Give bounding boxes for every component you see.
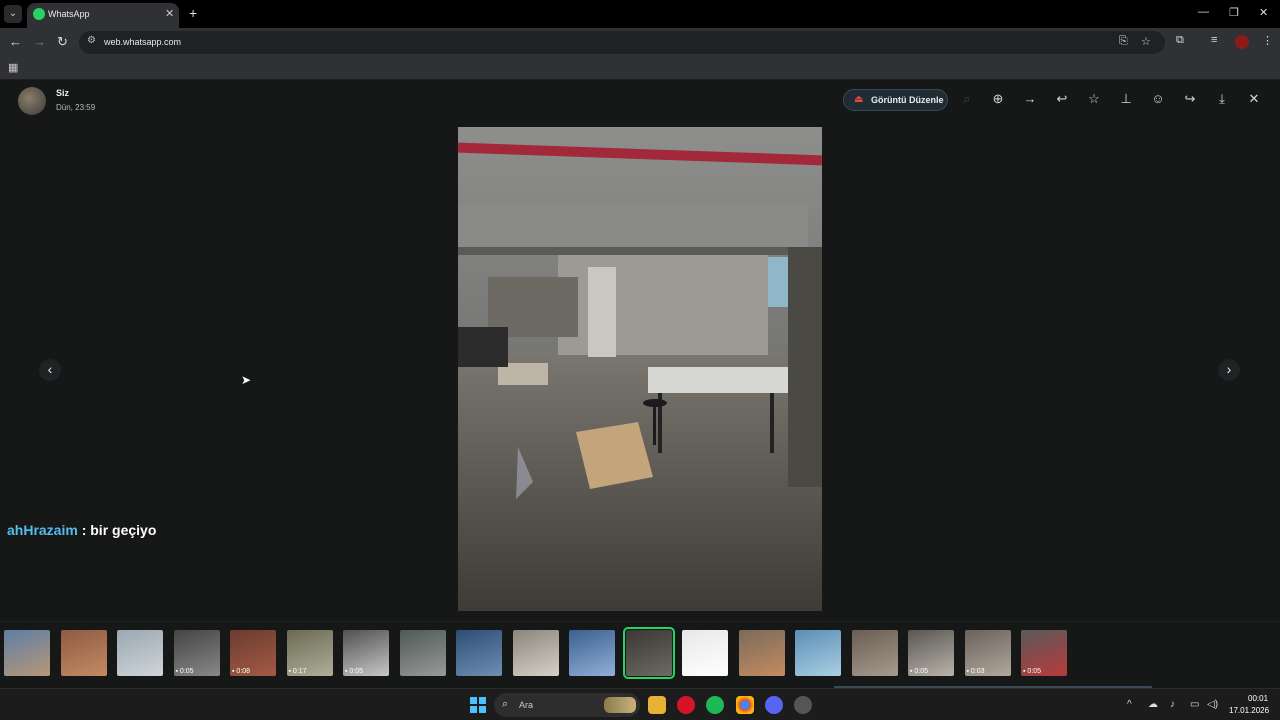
media-thumbnail[interactable] — [569, 630, 615, 676]
pin-icon[interactable]: ⊥ — [1117, 90, 1135, 108]
tab-title: WhatsApp — [48, 9, 90, 19]
tab-list-button[interactable]: ⌄ — [4, 5, 22, 23]
video-duration: ▪ 0:08 — [232, 668, 251, 675]
browser-tab[interactable]: WhatsApp ✕ — [27, 3, 179, 28]
edit-image-button[interactable]: ⏏ Görüntü Düzenle — [843, 89, 948, 111]
mouse-cursor-icon: ➤ — [241, 373, 252, 387]
media-thumbnail[interactable] — [738, 630, 785, 676]
media-thumbnail[interactable] — [851, 630, 898, 676]
caption-username: ahHrazaim — [7, 522, 78, 538]
video-duration: ▪ 0:09 — [684, 668, 703, 675]
video-duration: ▪ 0:05 — [345, 668, 364, 675]
onedrive-icon[interactable]: ☁ — [1148, 699, 1158, 710]
network-icon[interactable]: ▭ — [1190, 699, 1199, 710]
browser-toolbar: ← → ↻ ⚙ web.whatsapp.com ⎘ ☆ ⧉ ≡ ⋮ — [0, 28, 1280, 57]
reply-icon[interactable]: ↩ — [1053, 90, 1071, 108]
extensions-icon[interactable]: ⧉ — [1176, 34, 1184, 47]
media-thumbnail[interactable] — [4, 630, 50, 676]
tab-close-icon[interactable]: ✕ — [165, 7, 174, 20]
taskbar: ⌕ Ara ^ ☁ ♪ ▭ ◁) 00:01 17.01.2026 — [0, 688, 1280, 720]
sent-time: Dün, 23:59 — [56, 103, 96, 112]
reload-icon[interactable]: ↻ — [57, 34, 68, 50]
discord-icon[interactable] — [765, 696, 783, 714]
profile-avatar[interactable] — [1235, 35, 1249, 49]
search-highlight-image — [604, 697, 636, 713]
previous-media-button[interactable]: ‹ — [39, 359, 61, 381]
edit-image-label: Görüntü Düzenle — [871, 95, 944, 105]
thumbnail-strip: ▪ 0:05 ▪ 0:08 ▪ 0:17 ▪ 0:05 ▪ 0:09 ▪ 0:05 ▪ 0:… — [0, 621, 1280, 689]
bookmarks-bar: ▦ — [0, 57, 1280, 80]
install-app-icon[interactable]: ⎘ — [1119, 35, 1128, 48]
new-tab-icon[interactable]: + — [189, 5, 197, 21]
pdf-edit-icon: ⏏ — [854, 94, 864, 105]
media-thumbnail[interactable]: ▪ 0:08 — [230, 630, 276, 676]
apps-grid-icon[interactable]: ▦ — [8, 61, 18, 74]
forward-arrow-icon[interactable]: → — [1021, 90, 1039, 108]
windows-start-icon[interactable] — [470, 697, 486, 713]
media-thumbnail[interactable] — [512, 630, 559, 676]
media-viewer: Siz Dün, 23:59 ⏏ Görüntü Düzenle ⌕ ⊕ → ↩… — [0, 80, 1280, 689]
avatar[interactable] — [18, 87, 46, 115]
site-info-icon[interactable]: ⚙ — [87, 35, 96, 46]
media-photo[interactable] — [458, 127, 822, 611]
opera-icon[interactable] — [677, 696, 695, 714]
video-duration: ▪ 0:03 — [966, 668, 985, 675]
tray-overflow-icon[interactable]: ^ — [1127, 699, 1132, 710]
clock-time[interactable]: 00:01 — [1248, 694, 1268, 703]
microphone-icon[interactable]: ♪ — [1170, 699, 1175, 710]
media-thumbnail[interactable] — [399, 630, 446, 676]
media-thumbnail[interactable]: ▪ 0:09 — [682, 630, 728, 676]
chrome-icon[interactable] — [736, 696, 754, 714]
chrome-menu-icon[interactable]: ⋮ — [1262, 34, 1273, 47]
search-icon: ⌕ — [502, 698, 509, 710]
media-thumbnail[interactable] — [795, 630, 841, 676]
video-duration: ▪ 0:05 — [910, 668, 929, 675]
media-thumbnail[interactable] — [60, 630, 107, 676]
close-icon[interactable]: ✕ — [1245, 90, 1263, 108]
file-explorer-icon[interactable] — [648, 696, 666, 714]
download-icon[interactable]: ⤓ — [1213, 90, 1231, 108]
taskbar-search[interactable]: ⌕ Ara — [494, 693, 640, 717]
clock-date[interactable]: 17.01.2026 — [1229, 706, 1269, 715]
volume-icon[interactable]: ◁) — [1207, 699, 1218, 710]
spotify-icon[interactable] — [706, 696, 724, 714]
emoji-icon[interactable]: ☺ — [1149, 90, 1167, 108]
next-media-button[interactable]: › — [1218, 359, 1240, 381]
restore-icon[interactable]: ❐ — [1229, 6, 1239, 19]
share-icon[interactable]: ↪ — [1181, 90, 1199, 108]
zoom-in-icon[interactable]: ⊕ — [989, 90, 1007, 108]
media-thumbnail[interactable]: ▪ 0:05 — [1021, 630, 1067, 676]
media-thumbnail[interactable]: ▪ 0:05 — [173, 630, 220, 676]
media-thumbnail[interactable] — [622, 627, 675, 679]
media-thumbnail[interactable]: ▪ 0:05 — [908, 630, 954, 676]
media-control-icon[interactable]: ≡ — [1211, 34, 1217, 46]
caption-text: : bir geçiyo — [77, 522, 157, 538]
search-label: Ara — [519, 700, 534, 710]
url-text: web.whatsapp.com — [104, 37, 182, 47]
search-icon: ⌕ — [963, 91, 971, 106]
bookmark-star-icon[interactable]: ☆ — [1141, 35, 1151, 48]
window-close-icon[interactable]: ✕ — [1259, 6, 1268, 19]
media-thumbnail[interactable] — [456, 630, 502, 676]
minimize-icon[interactable]: — — [1198, 6, 1209, 18]
warehouse-photo — [458, 127, 822, 611]
media-thumbnail[interactable]: ▪ 0:17 — [286, 630, 333, 676]
address-bar[interactable]: ⚙ web.whatsapp.com ⎘ ☆ — [79, 31, 1165, 54]
app-icon[interactable] — [794, 696, 812, 714]
media-thumbnail[interactable]: ▪ 0:05 — [343, 630, 389, 676]
star-icon[interactable]: ☆ — [1085, 90, 1103, 108]
media-thumbnail[interactable]: ▪ 0:03 — [964, 630, 1011, 676]
overlay-caption: ahHrazaim : bir geçiyo — [7, 522, 156, 538]
forward-icon[interactable]: → — [33, 34, 46, 49]
media-thumbnail[interactable] — [117, 630, 163, 676]
sender-name: Siz — [56, 88, 70, 98]
back-icon[interactable]: ← — [9, 34, 22, 49]
browser-tab-strip: ⌄ WhatsApp ✕ + — ❐ ✕ — [0, 0, 1280, 28]
video-duration: ▪ 0:17 — [288, 668, 307, 675]
video-duration: ▪ 0:05 — [1023, 668, 1042, 675]
video-duration: ▪ 0:05 — [175, 668, 194, 675]
whatsapp-icon — [33, 8, 45, 20]
